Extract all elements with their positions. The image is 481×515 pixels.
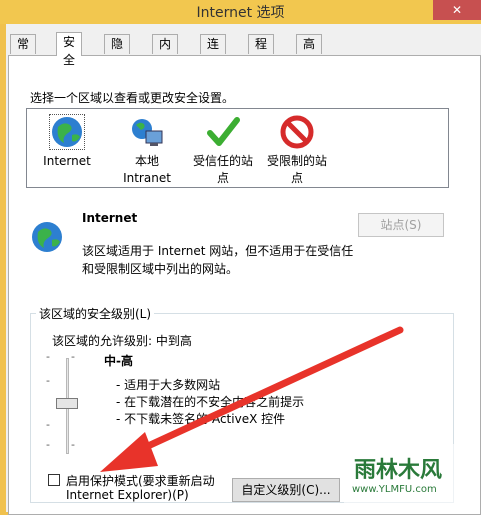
zone-local-intranet[interactable]: 本地 Intranet xyxy=(111,115,183,187)
tab-privacy[interactable]: 隐私 xyxy=(104,34,131,69)
zone-trusted-sites[interactable]: 受信任的站 点 xyxy=(187,115,259,187)
zone-restricted-sites[interactable]: 受限制的站 点 xyxy=(261,115,333,187)
close-button[interactable]: ✕ xyxy=(433,0,481,20)
security-level-group-label: 该区域的安全级别(L) xyxy=(36,305,155,322)
no-entry-icon xyxy=(280,115,314,149)
level-bullet-3: - 不下载未签名的 ActiveX 控件 xyxy=(116,412,286,426)
zone-description-line1: 该区域适用于 Internet 网站，但不适用于在受信任 xyxy=(82,244,354,258)
tab-connections[interactable]: 连接 xyxy=(200,34,227,69)
selected-zone-name: Internet xyxy=(82,211,138,225)
globe-icon xyxy=(32,222,62,252)
zone-label: 本地 Intranet xyxy=(123,154,171,185)
current-level-name: 中-高 xyxy=(104,354,133,368)
zone-internet[interactable]: Internet xyxy=(31,114,103,170)
allowed-levels-label: 该区域的允许级别: 中到高 xyxy=(52,334,192,348)
watermark-logo: 雨林木风 www.YLMFU.com xyxy=(344,444,470,506)
tab-programs[interactable]: 程序 xyxy=(248,34,275,69)
protected-mode-label-line2: Internet Explorer)(P) xyxy=(66,488,189,502)
zone-label: 受限制的站 点 xyxy=(266,154,327,185)
level-bullet-2: - 在下载潜在的不安全内容之前提示 xyxy=(116,395,305,409)
window-title: Internet 选项 xyxy=(196,5,285,21)
title-bar: Internet 选项 ✕ xyxy=(0,0,481,24)
protected-mode-label-line1: 启用保护模式(要求重新启动 xyxy=(66,474,215,488)
checkmark-icon xyxy=(207,117,240,146)
globe-icon xyxy=(49,114,85,150)
sites-button[interactable]: 站点(S) xyxy=(358,213,444,237)
tab-security[interactable]: 安全 xyxy=(56,32,83,67)
level-bullet-1: - 适用于大多数网站 xyxy=(116,378,221,392)
zone-label: Internet xyxy=(43,154,91,168)
zone-instruction: 选择一个区域以查看或更改安全设置。 xyxy=(30,91,235,105)
watermark-url: www.YLMFU.com xyxy=(352,484,437,495)
tab-general[interactable]: 常规 xyxy=(10,34,37,69)
tab-advanced[interactable]: 高级 xyxy=(296,34,323,69)
intranet-icon xyxy=(132,119,163,146)
watermark-brand: 雨林木风 xyxy=(354,458,443,483)
custom-level-button[interactable]: 自定义级别(C)... xyxy=(232,478,340,502)
security-level-slider-thumb[interactable] xyxy=(56,398,78,409)
zone-label: 受信任的站 点 xyxy=(192,154,253,185)
tab-content[interactable]: 内容 xyxy=(152,34,179,69)
zone-description-line2: 和受限制区域中列出的网站。 xyxy=(82,262,239,276)
zone-list: Internet 本地 Intranet 受信任的站 点 受限制的站 点 xyxy=(26,108,449,188)
protected-mode-checkbox[interactable] xyxy=(48,474,60,486)
